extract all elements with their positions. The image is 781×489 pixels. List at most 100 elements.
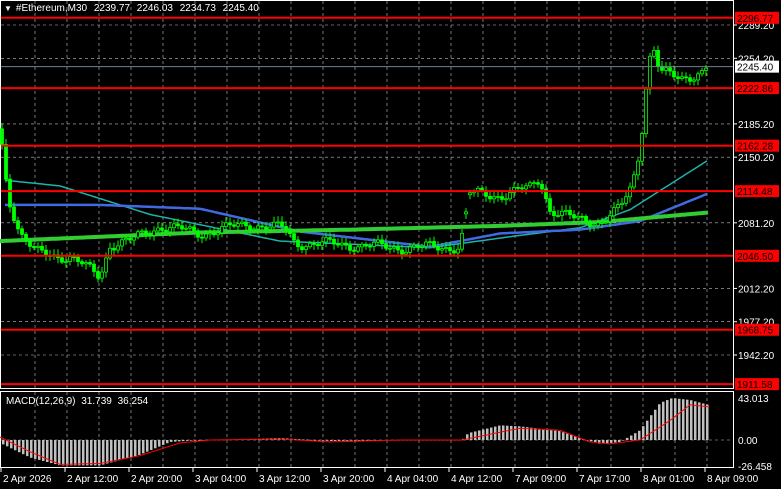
candle-body bbox=[360, 243, 364, 248]
candle-body bbox=[16, 220, 20, 230]
candle-body bbox=[664, 67, 668, 71]
candle-body bbox=[612, 207, 616, 217]
macd-histogram-bar bbox=[562, 432, 565, 440]
macd-histogram-bar bbox=[606, 440, 609, 444]
candle-body bbox=[652, 49, 656, 57]
candle-body bbox=[312, 242, 316, 245]
macd-histogram-bar bbox=[650, 415, 653, 440]
macd-histogram-bar bbox=[126, 440, 129, 459]
macd-histogram-bar bbox=[70, 440, 73, 466]
candle-body bbox=[572, 214, 576, 219]
candle-body bbox=[136, 231, 140, 238]
macd-histogram-bar bbox=[110, 440, 113, 463]
candle-body bbox=[372, 241, 376, 247]
candle-body bbox=[212, 232, 216, 236]
macd-histogram-bar bbox=[698, 402, 701, 440]
candle-body bbox=[492, 196, 496, 200]
macd-histogram-bar bbox=[566, 433, 569, 440]
time-label: 2 Apr 12:00 bbox=[67, 474, 119, 485]
candle-body bbox=[44, 249, 48, 256]
candle-body bbox=[696, 73, 700, 81]
macd-histogram-bar bbox=[170, 440, 173, 442]
macd-histogram-bar bbox=[694, 401, 697, 440]
macd-histogram-bar bbox=[542, 429, 545, 440]
candle-body bbox=[160, 227, 164, 231]
macd-histogram-bar bbox=[674, 398, 677, 440]
macd-histogram-bar bbox=[702, 403, 705, 440]
time-label: 3 Apr 20:00 bbox=[323, 474, 375, 485]
level-price-label: 2046.50 bbox=[737, 252, 774, 263]
macd-histogram-bar bbox=[654, 409, 657, 440]
candle-body bbox=[432, 241, 436, 247]
candle-body bbox=[4, 144, 8, 180]
macd-histogram-bar bbox=[502, 425, 505, 440]
macd-histogram-bar bbox=[666, 400, 669, 440]
candle-body bbox=[364, 243, 368, 247]
price-tick-label: 2150.20 bbox=[738, 153, 775, 164]
candle-body bbox=[356, 246, 360, 252]
macd-histogram-bar bbox=[62, 440, 65, 466]
candle-body bbox=[608, 215, 612, 222]
candle-body bbox=[200, 236, 204, 239]
candle-body bbox=[180, 225, 184, 230]
candle-body bbox=[456, 248, 460, 254]
macd-histogram-bar bbox=[98, 440, 101, 466]
candle-body bbox=[556, 215, 560, 217]
candle-body bbox=[196, 230, 200, 238]
macd-histogram-bar bbox=[326, 440, 329, 441]
macd-histogram-bar bbox=[134, 440, 137, 456]
level-price-label: 1911.58 bbox=[737, 380, 773, 391]
candle-body bbox=[140, 230, 144, 233]
macd-histogram-bar bbox=[530, 427, 533, 440]
macd-histogram-bar bbox=[346, 440, 349, 441]
candle-body bbox=[260, 225, 264, 228]
candle-body bbox=[540, 183, 544, 190]
candle-body bbox=[460, 232, 464, 250]
candle-body bbox=[72, 256, 76, 259]
macd-histogram-bar bbox=[166, 440, 169, 444]
candle-body bbox=[84, 262, 88, 265]
candle-body bbox=[152, 230, 156, 236]
macd-histogram-bar bbox=[314, 440, 317, 441]
candle-body bbox=[216, 232, 220, 236]
candle-body bbox=[224, 222, 228, 227]
candle-body bbox=[684, 76, 688, 79]
candle-body bbox=[616, 204, 620, 209]
macd-histogram-bar bbox=[90, 440, 93, 466]
candle-body bbox=[24, 233, 28, 242]
candle-body bbox=[700, 70, 704, 75]
candle-body bbox=[568, 209, 572, 216]
high-value: 2246.03 bbox=[136, 3, 173, 14]
macd-main-value: 31.739 bbox=[81, 396, 112, 407]
macd-histogram-bar bbox=[610, 440, 613, 443]
macd-histogram-bar bbox=[178, 440, 181, 442]
candle-body bbox=[252, 228, 256, 231]
candle-body bbox=[32, 246, 36, 248]
price-chart[interactable]: 2289.202254.202185.202150.202081.202012.… bbox=[0, 0, 781, 489]
candle-body bbox=[264, 226, 268, 230]
macd-histogram-bar bbox=[474, 431, 477, 440]
macd-histogram-bar bbox=[590, 440, 593, 442]
candle-body bbox=[112, 247, 116, 251]
triangle-down-icon[interactable]: ▼ bbox=[4, 4, 12, 13]
candle-body bbox=[288, 229, 292, 235]
candle-body bbox=[336, 243, 340, 246]
candle-body bbox=[488, 195, 492, 200]
candle-body bbox=[172, 223, 176, 229]
candle-body bbox=[292, 233, 296, 241]
candle-body bbox=[368, 245, 372, 248]
candle-body bbox=[296, 239, 300, 248]
candle-body bbox=[176, 223, 180, 227]
macd-histogram-bar bbox=[2, 440, 5, 445]
candle-body bbox=[332, 238, 336, 245]
candle-body bbox=[316, 244, 320, 247]
macd-histogram-bar bbox=[82, 440, 85, 466]
candle-body bbox=[408, 246, 412, 253]
candle-body bbox=[284, 226, 288, 231]
macd-histogram-bar bbox=[546, 429, 549, 440]
candle-body bbox=[308, 242, 312, 248]
candle-body bbox=[516, 187, 520, 189]
macd-histogram-bar bbox=[342, 440, 345, 441]
candle-body bbox=[584, 216, 588, 223]
macd-tick-label: 0.00 bbox=[738, 436, 758, 447]
